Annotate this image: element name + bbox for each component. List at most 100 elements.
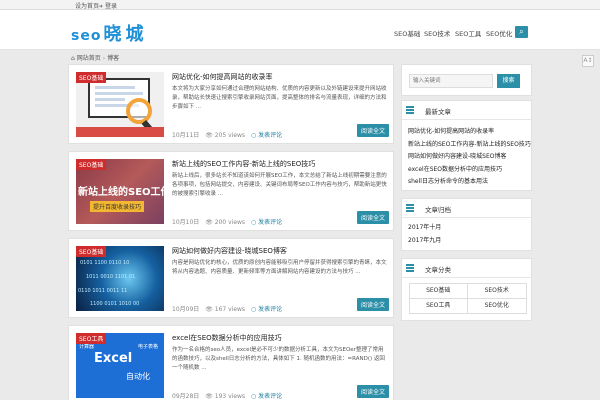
- post-excerpt: 新站上线后，很多站长不知道该如何开展SEO工作，本文总结了新站上线初期需要注意的…: [172, 173, 387, 197]
- search-icon: ⌕: [519, 27, 524, 36]
- post-title[interactable]: excel在SEO数据分析中的应用技巧: [172, 333, 282, 343]
- post-views: 200 views: [214, 219, 246, 226]
- latest-post-link[interactable]: 网站优化-如何提高网站的收录率: [408, 126, 525, 139]
- post-meta: 10月10日 👁 200 views ○ 发表评论: [172, 217, 282, 226]
- eye-icon: 👁: [205, 393, 213, 400]
- post-views: 167 views: [214, 306, 246, 313]
- nav-item-seo-tools[interactable]: SEO工具: [455, 28, 481, 38]
- site-header: seo 晓城 SEO基础 SEO技术 SEO工具 SEO优化 ⌕: [0, 10, 600, 50]
- post-meta: 10月11日 👁 205 views ○ 发表评论: [172, 130, 282, 139]
- login-link[interactable]: ➜ 登录: [98, 1, 117, 10]
- post-excerpt: 作为一名合格的seo人员，excel是必不可少的数据分析工具，本文为SEOer整…: [172, 347, 385, 371]
- post-category-badge[interactable]: SEO基础: [76, 72, 107, 83]
- post-thumbnail[interactable]: SEO基础 新站上线的SEO工作 提升百度收录技巧: [76, 159, 164, 224]
- post-card: SEO基础 网站优化-如何提高网站的收录率 本文将为大家分享如何通过合理的网站结…: [68, 64, 394, 144]
- category-link[interactable]: SEO技术: [467, 282, 527, 299]
- breadcrumb-home[interactable]: 网站首页: [77, 55, 101, 62]
- thumbnail-headline: 新站上线的SEO工作: [78, 187, 164, 198]
- site-logo[interactable]: seo 晓城: [71, 20, 147, 46]
- post-date: 10月11日: [172, 132, 200, 139]
- post-comments-label: 发表评论: [258, 132, 283, 139]
- latest-posts-widget: 最新文章 网站优化-如何提高网站的收录率 新站上线的SEO工作内容-新站上线的S…: [401, 100, 532, 191]
- post-excerpt: 本文将为大家分享如何通过合理的网站结构、优质的内容更新以及外链建设来提升网站收录…: [172, 86, 387, 110]
- post-meta: 09月28日 👁 193 views ○ 发表评论: [172, 391, 282, 400]
- thumbnail-automation-text: 自动化: [126, 372, 150, 381]
- set-homepage-link[interactable]: 设为首页: [75, 1, 99, 10]
- widget-title: 最新文章: [425, 108, 451, 116]
- post-thumbnail[interactable]: SEO基础 0101 1100 0110 10 1011 0010 1101 0…: [76, 246, 164, 311]
- post-comments-label: 发表评论: [258, 219, 283, 226]
- login-icon: ➜: [98, 3, 104, 10]
- post-thumbnail[interactable]: SEO基础: [76, 72, 164, 137]
- latest-post-link[interactable]: 网站如何做好内容建设-晓城SEO博客: [408, 151, 525, 164]
- nav-item-seo-tech[interactable]: SEO技术: [424, 28, 450, 38]
- sidebar-search-button[interactable]: 搜索: [497, 74, 520, 88]
- widget-title: 文章归档: [425, 206, 451, 214]
- post-excerpt: 内容是网站优化的核心，优质的原创内容能够吸引用户停留并获得搜索引擎的青睐，本文将…: [172, 260, 387, 275]
- thumbnail-footer-bar: [76, 127, 164, 137]
- text-size-icon: A↕: [583, 57, 593, 64]
- thumbnail-label-calculator: 计算器: [79, 344, 95, 350]
- sidebar-search-input[interactable]: [409, 74, 493, 88]
- post-title[interactable]: 新站上线的SEO工作内容-新站上线的SEO技巧: [172, 159, 315, 169]
- archive-link[interactable]: 2017年十月: [408, 222, 525, 235]
- eye-icon: 👁: [205, 132, 213, 139]
- post-date: 09月28日: [172, 393, 200, 400]
- read-more-button[interactable]: 阅读全文: [356, 385, 389, 398]
- thumbnail-label-spreadsheet: 电子表格: [138, 344, 159, 350]
- thumbnail-excel-text: Excel: [94, 351, 133, 366]
- comment-icon: ○: [250, 393, 257, 400]
- eye-icon: 👁: [205, 219, 213, 226]
- post-thumbnail[interactable]: SEO工具 计算器 电子表格 Excel 自动化: [76, 333, 164, 398]
- binary-decoration: 1011 0010 1101 01: [86, 274, 136, 280]
- comment-icon: ○: [250, 219, 257, 226]
- read-more-button[interactable]: 阅读全文: [356, 211, 389, 224]
- eye-icon: 👁: [205, 306, 213, 313]
- magnifier-icon: [126, 98, 152, 124]
- binary-decoration: 1100 0101 1010 00: [90, 301, 140, 307]
- category-link[interactable]: SEO优化: [467, 297, 527, 314]
- header-search-button[interactable]: ⌕: [515, 26, 528, 38]
- post-card: SEO工具 计算器 电子表格 Excel 自动化 excel在SEO数据分析中的…: [68, 325, 394, 400]
- post-date: 10月10日: [172, 219, 200, 226]
- latest-post-link[interactable]: 新站上线的SEO工作内容-新站上线的SEO技巧: [408, 139, 531, 152]
- post-category-badge[interactable]: SEO工具: [76, 333, 107, 344]
- logo-seo-text: seo: [71, 28, 102, 44]
- breadcrumb-current: 博客: [107, 55, 120, 62]
- post-card: SEO基础 0101 1100 0110 10 1011 0010 1101 0…: [68, 238, 394, 318]
- font-size-toggle[interactable]: A↕: [582, 55, 594, 67]
- category-link[interactable]: SEO基础: [408, 282, 468, 299]
- latest-post-link[interactable]: excel在SEO数据分析中的应用技巧: [408, 164, 525, 177]
- archive-link[interactable]: 2017年九月: [408, 235, 525, 248]
- widget-header: 文章归档: [402, 199, 531, 218]
- post-views: 205 views: [214, 132, 246, 139]
- read-more-button[interactable]: 阅读全文: [356, 298, 389, 311]
- post-category-badge[interactable]: SEO基础: [76, 246, 107, 257]
- post-title[interactable]: 网站如何做好内容建设-晓城SEO博客: [172, 246, 287, 256]
- post-comments-link[interactable]: ○ 发表评论: [251, 306, 282, 313]
- nav-item-seo-optimize[interactable]: SEO优化: [486, 28, 512, 38]
- breadcrumb-separator: ›: [102, 55, 106, 62]
- post-comments-label: 发表评论: [258, 306, 283, 313]
- post-category-badge[interactable]: SEO基础: [76, 159, 107, 170]
- post-comments-link[interactable]: ○ 发表评论: [251, 132, 282, 139]
- post-views: 193 views: [214, 393, 246, 400]
- post-comments-link[interactable]: ○ 发表评论: [251, 393, 282, 400]
- nav-item-seo-basics[interactable]: SEO基础: [394, 28, 420, 38]
- post-title[interactable]: 网站优化-如何提高网站的收录率: [172, 72, 273, 82]
- post-date: 10月09日: [172, 306, 200, 313]
- post-comments-label: 发表评论: [258, 393, 283, 400]
- latest-post-link[interactable]: shell日志分析命令的基本用法: [408, 176, 525, 189]
- post-card: SEO基础 新站上线的SEO工作 提升百度收录技巧 新站上线的SEO工作内容-新…: [68, 151, 394, 231]
- categories-widget: 文章分类 SEO基础 SEO技术 SEO工具 SEO优化: [401, 258, 532, 321]
- binary-decoration: 0110 1011 0011 11: [78, 288, 128, 294]
- login-label: 登录: [105, 3, 118, 10]
- comment-icon: ○: [250, 306, 257, 313]
- post-comments-link[interactable]: ○ 发表评论: [251, 219, 282, 226]
- menu-icon: [406, 204, 414, 212]
- category-link[interactable]: SEO工具: [408, 297, 468, 314]
- read-more-button[interactable]: 阅读全文: [356, 124, 389, 137]
- menu-icon: [406, 264, 414, 272]
- breadcrumb: ⌂ 网站首页 › 博客: [71, 53, 119, 62]
- logo-cn-text: 晓城: [103, 24, 148, 45]
